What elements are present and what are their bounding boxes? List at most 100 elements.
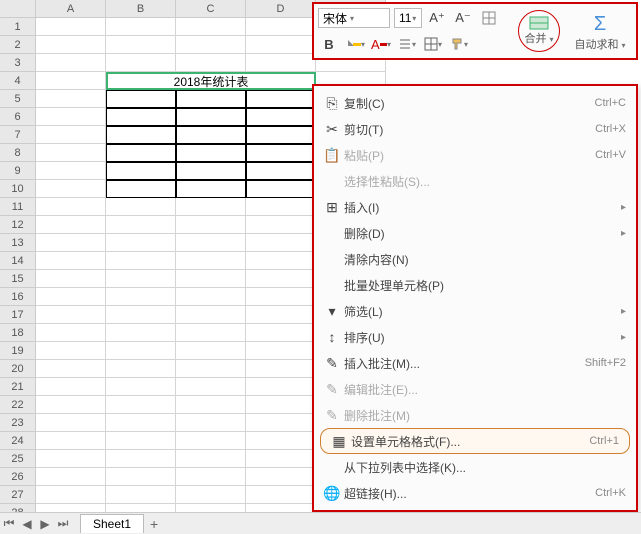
borders-button[interactable]: ▾ xyxy=(422,33,444,55)
cell[interactable] xyxy=(176,90,246,108)
cell[interactable] xyxy=(106,396,176,414)
tab-nav-last[interactable]: ⏭ xyxy=(54,515,72,533)
cell[interactable] xyxy=(36,270,106,288)
row-header[interactable]: 11 xyxy=(0,198,36,216)
cell[interactable] xyxy=(106,468,176,486)
tab-nav-prev[interactable]: ◀ xyxy=(18,515,36,533)
cell[interactable] xyxy=(176,360,246,378)
merge-cells-button[interactable]: 合并 ▾ xyxy=(518,10,560,52)
cell[interactable] xyxy=(36,54,106,72)
cell[interactable] xyxy=(36,36,106,54)
row-header[interactable]: 8 xyxy=(0,144,36,162)
cell[interactable] xyxy=(36,72,106,90)
select-all-corner[interactable] xyxy=(0,0,36,18)
cell[interactable] xyxy=(106,306,176,324)
cell[interactable] xyxy=(246,378,316,396)
row-header[interactable]: 27 xyxy=(0,486,36,504)
cell[interactable] xyxy=(176,234,246,252)
cell[interactable] xyxy=(246,414,316,432)
cell[interactable] xyxy=(106,270,176,288)
add-sheet-button[interactable]: + xyxy=(144,516,164,532)
row-header[interactable]: 13 xyxy=(0,234,36,252)
cell[interactable] xyxy=(176,450,246,468)
row-header[interactable]: 25 xyxy=(0,450,36,468)
format-cells-button[interactable] xyxy=(478,7,500,29)
cell[interactable] xyxy=(106,324,176,342)
menu-item-1[interactable]: ✂剪切(T)Ctrl+X xyxy=(314,116,636,142)
font-size-select[interactable]: 11▾ xyxy=(394,8,422,28)
cell[interactable] xyxy=(246,432,316,450)
autosum-button[interactable]: Σ 自动求和 ▾ xyxy=(570,10,630,54)
menu-item-5[interactable]: 删除(D)▸ xyxy=(314,220,636,246)
cell[interactable] xyxy=(246,270,316,288)
cell[interactable] xyxy=(36,468,106,486)
cell[interactable] xyxy=(36,324,106,342)
row-header[interactable]: 1 xyxy=(0,18,36,36)
row-header[interactable]: 5 xyxy=(0,90,36,108)
cell[interactable] xyxy=(36,396,106,414)
row-header[interactable]: 16 xyxy=(0,288,36,306)
cell[interactable] xyxy=(106,126,176,144)
row-header[interactable]: 6 xyxy=(0,108,36,126)
cell[interactable] xyxy=(106,90,176,108)
row-header[interactable]: 2 xyxy=(0,36,36,54)
cell[interactable] xyxy=(36,360,106,378)
cell[interactable] xyxy=(176,180,246,198)
cell[interactable] xyxy=(36,162,106,180)
cell[interactable] xyxy=(176,36,246,54)
menu-item-8[interactable]: ▾筛选(L)▸ xyxy=(314,298,636,324)
cell[interactable] xyxy=(36,342,106,360)
cell[interactable] xyxy=(246,36,316,54)
row-header[interactable]: 19 xyxy=(0,342,36,360)
cell[interactable] xyxy=(36,306,106,324)
font-name-select[interactable]: 宋体▾ xyxy=(318,8,390,28)
cell[interactable] xyxy=(176,468,246,486)
cell[interactable] xyxy=(246,234,316,252)
cell[interactable] xyxy=(36,486,106,504)
cell[interactable] xyxy=(106,18,176,36)
sheet-tab-1[interactable]: Sheet1 xyxy=(80,514,144,533)
cell[interactable] xyxy=(176,126,246,144)
cell[interactable] xyxy=(246,360,316,378)
decrease-font-button[interactable]: A⁻ xyxy=(452,7,474,29)
tab-nav-next[interactable]: ▶ xyxy=(36,515,54,533)
cell[interactable] xyxy=(176,162,246,180)
menu-item-9[interactable]: ↕排序(U)▸ xyxy=(314,324,636,350)
cell[interactable] xyxy=(176,378,246,396)
cell[interactable] xyxy=(176,486,246,504)
row-header[interactable]: 20 xyxy=(0,360,36,378)
cell[interactable] xyxy=(106,162,176,180)
cell[interactable] xyxy=(106,216,176,234)
row-header[interactable]: 14 xyxy=(0,252,36,270)
row-header[interactable]: 7 xyxy=(0,126,36,144)
menu-item-0[interactable]: ⎘复制(C)Ctrl+C xyxy=(314,90,636,116)
cell[interactable] xyxy=(36,234,106,252)
cell[interactable] xyxy=(176,306,246,324)
cell[interactable] xyxy=(106,144,176,162)
col-header-c[interactable]: C xyxy=(176,0,246,18)
cell[interactable] xyxy=(176,432,246,450)
row-header[interactable]: 23 xyxy=(0,414,36,432)
font-color-button[interactable]: A▾ xyxy=(370,33,392,55)
cell[interactable] xyxy=(246,108,316,126)
cell[interactable] xyxy=(246,324,316,342)
cell[interactable] xyxy=(246,288,316,306)
menu-item-4[interactable]: ⊞插入(I)▸ xyxy=(314,194,636,220)
row-header[interactable]: 12 xyxy=(0,216,36,234)
row-header[interactable]: 3 xyxy=(0,54,36,72)
cell[interactable] xyxy=(36,450,106,468)
cell[interactable] xyxy=(246,18,316,36)
row-header[interactable]: 22 xyxy=(0,396,36,414)
menu-item-14[interactable]: 从下拉列表中选择(K)... xyxy=(314,454,636,480)
cell[interactable] xyxy=(176,414,246,432)
cell[interactable] xyxy=(246,450,316,468)
cell[interactable] xyxy=(176,108,246,126)
col-header-b[interactable]: B xyxy=(106,0,176,18)
cell[interactable] xyxy=(246,144,316,162)
cell[interactable] xyxy=(106,378,176,396)
cell[interactable] xyxy=(106,360,176,378)
cell[interactable] xyxy=(176,342,246,360)
cell[interactable] xyxy=(106,180,176,198)
cell[interactable] xyxy=(246,198,316,216)
cell[interactable] xyxy=(36,108,106,126)
